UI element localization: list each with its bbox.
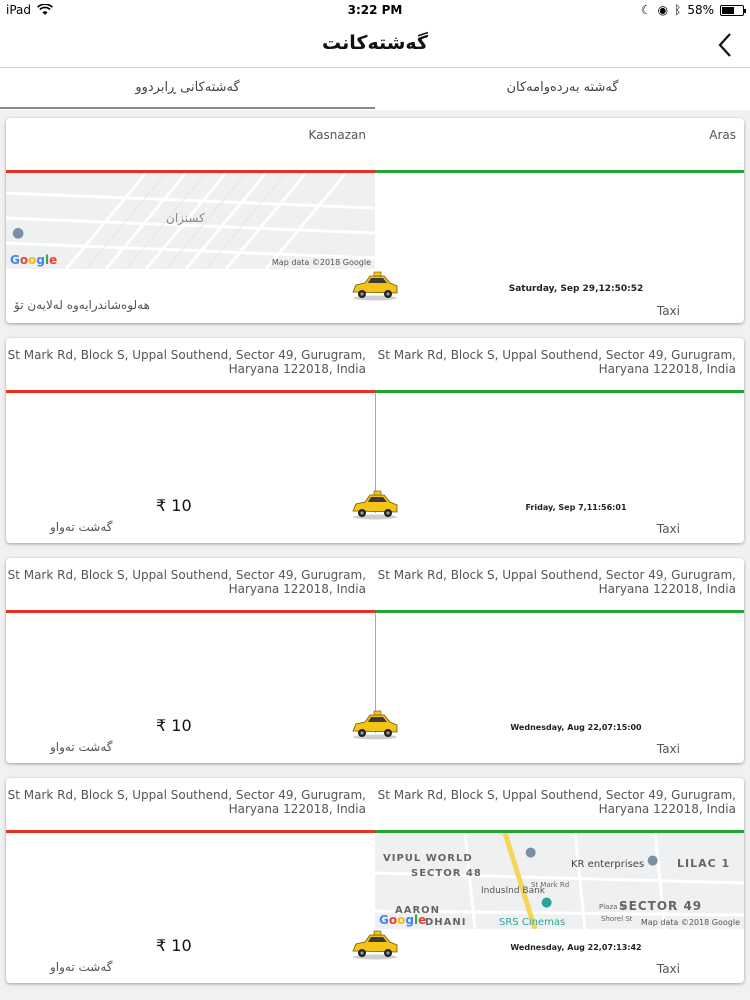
map-pin-icon: ● xyxy=(647,853,659,868)
trip-status: گەشت تەواو xyxy=(50,520,113,534)
map-label-kr: KR enterprises xyxy=(571,859,645,870)
drop-address: St Mark Rd, Block S, Uppal Southend, Sec… xyxy=(7,348,366,376)
map-credit: Map data ©2018 Google xyxy=(271,258,371,267)
trip-card[interactable]: St Mark Rd, Block S, Uppal Southend, Sec… xyxy=(6,558,744,763)
map-label-plaza: Plaza St xyxy=(599,903,627,911)
trip-price: ₹ 10 xyxy=(156,936,192,955)
trip-status: گەشت تەواو xyxy=(50,740,113,754)
pickup-address: Aras xyxy=(709,128,736,142)
pickup-route-line xyxy=(375,390,744,393)
moon-icon: ☾ xyxy=(640,3,652,17)
status-bar: iPad 3:22 PM ☾ ◉ ᛒ 58% xyxy=(0,0,750,22)
battery-icon xyxy=(720,4,746,16)
map-label-vipul: VIPUL WORLD xyxy=(383,853,473,864)
trip-tabs: گەشتە بەردەوامەکان گەشتەکانی ڕابردوو xyxy=(0,69,750,109)
pickup-address: St Mark Rd, Block S, Uppal Southend, Sec… xyxy=(377,348,736,376)
drop-route-line xyxy=(6,830,375,833)
back-button[interactable] xyxy=(710,28,740,62)
trip-list[interactable]: Aras Kasnazan کسنزان ● Google Map data ©… xyxy=(0,110,750,1000)
pickup-address: St Mark Rd, Block S, Uppal Southend, Sec… xyxy=(377,788,736,816)
trip-date: Wednesday, Aug 22,07:13:42 xyxy=(510,943,642,952)
map-label-kasnazan: کسنزان xyxy=(166,211,205,225)
nav-bar: گەشتەکانت xyxy=(0,22,750,68)
tab-past-trips[interactable]: گەشتەکانی ڕابردوو xyxy=(0,69,375,109)
trip-date: Wednesday, Aug 22,07:15:00 xyxy=(510,723,642,732)
map-label-shorel: Shorel St xyxy=(601,915,633,923)
map-label-srs: SRS Cinemas xyxy=(499,917,566,928)
pickup-route-line xyxy=(375,610,744,613)
trip-price: ₹ 10 xyxy=(156,716,192,735)
taxi-car-icon xyxy=(352,930,398,960)
trip-card[interactable]: Aras Kasnazan کسنزان ● Google Map data ©… xyxy=(6,118,744,323)
taxi-car-icon xyxy=(352,710,398,740)
map-label-stmark: St Mark Rd xyxy=(531,881,570,889)
trip-card[interactable]: St Mark Rd, Block S, Uppal Southend, Sec… xyxy=(6,778,744,983)
map-pin-icon: ● xyxy=(12,225,25,241)
trip-type: Taxi xyxy=(656,304,680,318)
taxi-car-icon xyxy=(352,490,398,520)
map-label-lilac: LILAC 1 xyxy=(677,857,731,870)
battery-percent: 58% xyxy=(687,3,714,17)
status-time: 3:22 PM xyxy=(347,3,403,17)
map-label-dhani: DHANI xyxy=(425,917,467,928)
route-map: کسنزان ● Google Map data ©2018 Google xyxy=(6,173,375,269)
google-logo: Google xyxy=(379,913,427,927)
trip-status: گەشت تەواو xyxy=(50,960,113,974)
bluetooth-icon: ᛒ xyxy=(674,3,682,17)
trip-type: Taxi xyxy=(656,522,680,536)
trip-status: هەلوەشاندرایەوە لەلایەن تۆ xyxy=(14,298,150,312)
trip-type: Taxi xyxy=(656,742,680,756)
trip-card[interactable]: St Mark Rd, Block S, Uppal Southend, Sec… xyxy=(6,338,744,543)
trip-date: Friday, Sep 7,11:56:01 xyxy=(525,503,627,512)
google-logo: Google xyxy=(10,253,58,267)
page-title: گەشتەکانت xyxy=(322,32,428,54)
trip-price: ₹ 10 xyxy=(156,496,192,515)
map-label-sector49: SECTOR 49 xyxy=(619,899,703,913)
taxi-car-icon xyxy=(352,271,398,301)
drop-address: Kasnazan xyxy=(308,128,366,142)
rotation-lock-icon: ◉ xyxy=(657,3,669,17)
drop-address: St Mark Rd, Block S, Uppal Southend, Sec… xyxy=(7,788,366,816)
pickup-address: St Mark Rd, Block S, Uppal Southend, Sec… xyxy=(377,568,736,596)
map-credit: Map data ©2018 Google xyxy=(640,918,740,927)
trip-date: Saturday, Sep 29,12:50:52 xyxy=(508,284,644,294)
map-pin-icon: ● xyxy=(525,845,537,860)
drop-address: St Mark Rd, Block S, Uppal Southend, Sec… xyxy=(7,568,366,596)
drop-route-line xyxy=(6,390,375,393)
map-label-sector48: SECTOR 48 xyxy=(411,868,482,879)
route-map: VIPUL WORLD SECTOR 48 IndusInd Bank KR e… xyxy=(375,833,744,929)
trip-type: Taxi xyxy=(656,962,680,976)
chevron-right-icon xyxy=(718,33,731,57)
drop-route-line xyxy=(6,610,375,613)
map-pin-icon: ● xyxy=(541,895,553,910)
tab-ongoing-trips[interactable]: گەشتە بەردەوامەکان xyxy=(375,69,750,109)
pickup-route-line xyxy=(375,170,744,173)
